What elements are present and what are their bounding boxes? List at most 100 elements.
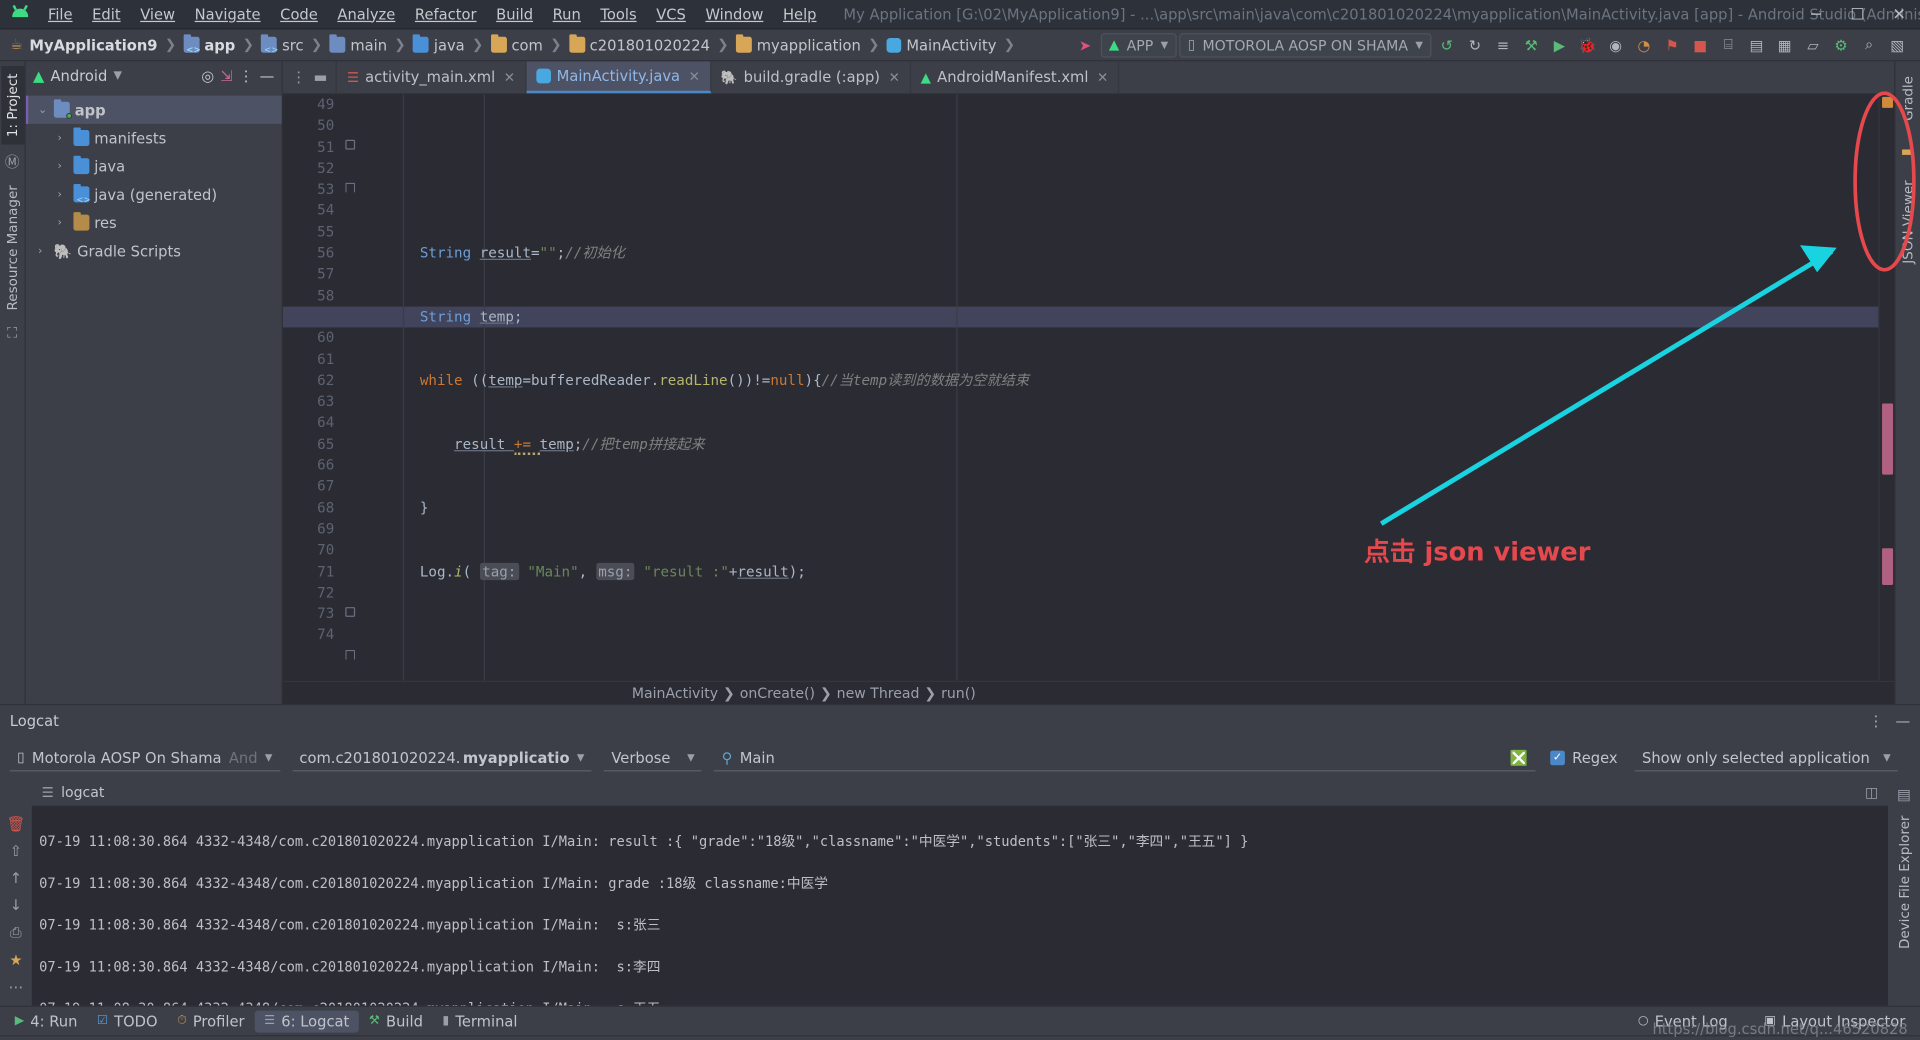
logcat-search-input[interactable]: ⚲ Main ❎ (714, 744, 1536, 772)
chevron-right-icon[interactable]: › (58, 160, 69, 172)
tree-item-java[interactable]: › java (26, 152, 282, 180)
code-text[interactable]: String result="";//初始化 String temp; whil… (282, 94, 1879, 681)
bookmark-icon[interactable]: ➤ (1072, 32, 1098, 58)
close-button[interactable]: ✕ (1878, 0, 1920, 29)
editor-crumb-run[interactable]: run() (941, 684, 976, 701)
hide-editor-icon[interactable]: ▬ (313, 69, 327, 86)
close-icon[interactable]: ✕ (689, 68, 700, 84)
scroll-up-icon[interactable]: ↑ (10, 870, 22, 887)
log-entry[interactable]: 07-19 11:08:30.864 4332-4348/com.c201801… (39, 915, 1888, 936)
layout-inspector-icon[interactable]: ⌸ (1716, 32, 1742, 58)
stop-icon[interactable]: ■ (1687, 32, 1713, 58)
breadcrumb-item-app[interactable]: app (180, 34, 239, 55)
debug-icon[interactable]: 🐞 (1575, 32, 1601, 58)
editor-breadcrumb[interactable]: MainActivity ❯ onCreate() ❯ new Thread ❯… (282, 680, 1895, 704)
right-tab-gradle[interactable]: Gradle (1896, 69, 1919, 129)
breadcrumb-item-java[interactable]: java (409, 34, 468, 55)
device-file-explorer-icon[interactable]: ▤ (1897, 786, 1911, 811)
locate-file-icon[interactable]: ◎ (201, 67, 214, 84)
hide-panel-icon[interactable]: — (260, 67, 275, 84)
logcat-tab[interactable]: ☰ logcat ◫ (31, 778, 1889, 806)
log-entry[interactable]: 07-19 11:08:30.864 4332-4348/com.c201801… (39, 998, 1888, 1006)
log-entry[interactable]: 07-19 11:08:30.864 4332-4348/com.c201801… (39, 832, 1888, 853)
editor-tab-bar[interactable]: ⋮ ▬ ☰ activity_main.xml ✕ MainActivity.j… (282, 61, 1895, 95)
close-icon[interactable]: ✕ (1097, 69, 1108, 85)
minimize-button[interactable]: ─ (1795, 0, 1837, 29)
logcat-options-icon[interactable]: ⋮ (1869, 713, 1884, 730)
maximize-button[interactable]: ☐ (1837, 0, 1879, 29)
code-folding-gutter[interactable] (341, 94, 359, 681)
warning-marker[interactable] (1882, 96, 1894, 108)
breadcrumb-item-myapplication[interactable]: myapplication (732, 34, 864, 55)
close-icon[interactable]: ✕ (889, 69, 900, 85)
bottom-tab-run[interactable]: ▶ 4: Run (5, 1010, 87, 1032)
breadcrumb-item-project[interactable]: ☕ MyApplication9 (5, 35, 161, 55)
sidebar-tab-resource-manager[interactable]: Resource Manager (1, 178, 24, 318)
menu-refactor[interactable]: Refactor (405, 2, 486, 27)
chevron-right-icon[interactable]: › (58, 132, 69, 144)
logcat-filter-bar[interactable]: ▯ Motorola AOSP On Shama And ▼ com.c2018… (0, 737, 1920, 779)
chevron-down-icon[interactable]: ⌄ (38, 104, 49, 116)
change-marker[interactable] (1882, 403, 1894, 475)
more-actions-icon[interactable]: ⋯ (9, 979, 24, 996)
menu-code[interactable]: Code (270, 2, 327, 27)
editor-options-icon[interactable]: ⋮ (291, 69, 306, 86)
avd-icon[interactable]: ▱ (1800, 32, 1826, 58)
log-entry[interactable]: 07-19 11:08:30.864 4332-4348/com.c201801… (39, 873, 1888, 894)
fold-icon[interactable] (345, 607, 356, 617)
logcat-output[interactable]: 07-19 11:08:30.864 4332-4348/com.c201801… (31, 805, 1889, 1006)
sync-gradle-icon[interactable]: ↺ (1434, 32, 1460, 58)
logcat-side-actions[interactable]: 🗑 ⇧ ↑ ↓ ⎙ ★ ⋯ (0, 778, 32, 1006)
run-icon[interactable]: ▶ (1547, 32, 1573, 58)
menu-vcs[interactable]: VCS (646, 2, 695, 27)
chevron-right-icon[interactable]: › (38, 245, 49, 257)
main-menu[interactable]: File Edit View Navigate Code Analyze Ref… (38, 2, 826, 27)
run-coverage-icon[interactable]: ◉ (1603, 32, 1629, 58)
sidebar-tab-project[interactable]: 1: Project (0, 66, 24, 145)
right-tab-json-viewer[interactable]: JSON Viewer (1896, 172, 1919, 270)
menu-tools[interactable]: Tools (591, 2, 647, 27)
logcat-body[interactable]: 🗑 ⇧ ↑ ↓ ⎙ ★ ⋯ ☰ logcat ◫ 07-19 11:08:30.… (0, 778, 1920, 1006)
sdk-manager-icon[interactable]: ≡ (1490, 32, 1516, 58)
chevron-right-icon[interactable]: › (58, 188, 69, 200)
tree-item-app[interactable]: ⌄ app (25, 95, 282, 124)
editor-crumb-class[interactable]: MainActivity (632, 684, 718, 701)
bottom-tab-todo[interactable]: ☑ TODO (87, 1010, 167, 1032)
logcat-device-selector[interactable]: ▯ Motorola AOSP On Shama And ▼ (9, 744, 280, 772)
log-entry[interactable]: 07-19 11:08:30.864 4332-4348/com.c201801… (39, 957, 1888, 978)
menu-view[interactable]: View (130, 2, 184, 27)
menu-edit[interactable]: Edit (82, 2, 130, 27)
search-everywhere-icon[interactable]: ⌕ (1856, 32, 1882, 58)
logcat-process-selector[interactable]: com.c201801020224. myapplicatio ▼ (292, 744, 592, 772)
toolbar-actions[interactable]: ➤ ▲ APP ▼ ▯ MOTOROLA AOSP ON SHAMA ▼ ↺ ↻… (1072, 32, 1915, 58)
right-tool-strip[interactable]: Gradle ▬ JSON Viewer (1894, 61, 1920, 704)
change-marker[interactable] (1882, 548, 1894, 586)
clear-logcat-icon[interactable]: 🗑 (7, 816, 26, 833)
breadcrumb-item-mainactivity[interactable]: MainActivity (883, 35, 1000, 55)
logcat-split-icon[interactable]: ◫ (1865, 784, 1878, 801)
scroll-down-icon[interactable]: ↓ (10, 897, 22, 914)
fold-icon[interactable] (345, 650, 356, 660)
scroll-to-end-icon[interactable]: ⇧ (10, 843, 22, 860)
logcat-right-strip[interactable]: ▤ Device File Explorer (1888, 778, 1920, 1006)
menu-help[interactable]: Help (773, 2, 826, 27)
bottom-tab-terminal[interactable]: ▮ Terminal (433, 1010, 528, 1032)
menu-run[interactable]: Run (543, 2, 591, 27)
device-file-explorer-icon[interactable]: ▤ (1744, 32, 1770, 58)
build-icon[interactable]: ⚒ (1518, 32, 1544, 58)
project-structure-icon[interactable]: ▧ (1884, 32, 1910, 58)
favorite-icon[interactable]: ★ (9, 952, 22, 969)
window-controls[interactable]: ─ ☐ ✕ (1795, 0, 1920, 29)
checkbox-checked-icon[interactable]: ✓ (1550, 750, 1565, 766)
breadcrumb[interactable]: ☕ MyApplication9 ❯ app ❯ src ❯ main ❯ ja… (5, 34, 1016, 55)
left-tool-strip[interactable]: 1: Project Ⓜ Resource Manager ⛶ (0, 61, 26, 704)
tree-item-res[interactable]: › res (26, 208, 282, 236)
collapse-all-icon[interactable]: ⇲ (220, 67, 232, 84)
print-icon[interactable]: ⎙ (10, 923, 22, 941)
editor-marker-bar[interactable] (1878, 94, 1895, 681)
editor-tab-android-manifest[interactable]: ▲ AndroidManifest.xml ✕ (911, 61, 1120, 94)
project-tree[interactable]: ⌄ app › manifests › java › java (25, 91, 282, 265)
chevron-down-icon[interactable]: ▼ (113, 70, 121, 82)
menu-file[interactable]: File (38, 2, 82, 27)
editor-tab-activity-main-xml[interactable]: ☰ activity_main.xml ✕ (337, 61, 527, 94)
